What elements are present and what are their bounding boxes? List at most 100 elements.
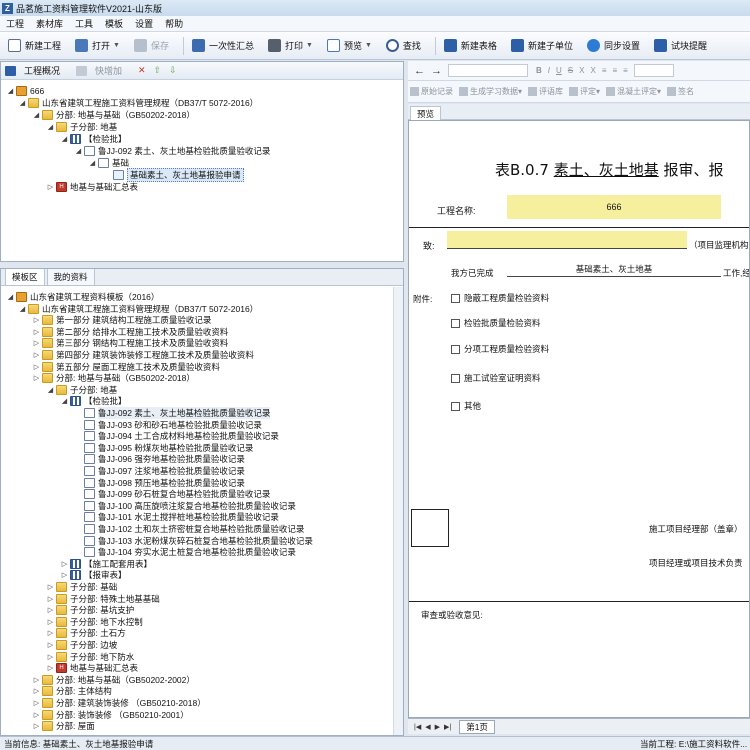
collapse-icon[interactable]: ◢	[33, 111, 40, 119]
expand-icon[interactable]: ▷	[33, 699, 40, 707]
expand-icon[interactable]: ▷	[47, 629, 54, 637]
tree-node[interactable]: ◢ 【检验批】	[61, 133, 127, 145]
menu-settings[interactable]: 设置	[129, 17, 159, 30]
attachment-option[interactable]: 隐蔽工程质量检验资料	[451, 292, 549, 304]
collapse-icon[interactable]: ◢	[19, 99, 26, 107]
open-button[interactable]: 打开 ▼	[71, 35, 124, 57]
tree-node[interactable]: ▷ H 地基与基础汇总表	[47, 181, 138, 193]
raw-record-button[interactable]: 原始记录	[410, 86, 453, 97]
prev-page-icon[interactable]: ◀	[425, 723, 430, 731]
checkbox-icon[interactable]	[451, 373, 460, 383]
template-tree-node[interactable]: ▷ 第一部分 建筑结构工程施工质量验收记录	[33, 314, 211, 326]
attachment-option[interactable]: 分项工程质量检验资料	[451, 343, 549, 355]
expand-icon[interactable]: ▷	[47, 606, 54, 614]
template-tree-node[interactable]: 鲁JJ-102 土和灰土挤密桩复合地基检验批质量验收记录	[75, 523, 304, 535]
tree-node[interactable]: ◢ 分部: 地基与基础（GB50202-2018）	[33, 109, 195, 121]
template-tree-node[interactable]: ▷ 分部: 屋面	[33, 720, 95, 732]
expand-icon[interactable]: ▷	[33, 328, 40, 336]
align-center-icon[interactable]: ≡	[613, 66, 618, 75]
concrete-evaluate-button[interactable]: 混凝土评定 ▾	[606, 86, 661, 97]
template-tree-node[interactable]: ▷ 第三部分 钢结构工程施工技术及质量验收资料	[33, 337, 228, 349]
arrow-up-icon[interactable]: ⇧	[154, 65, 162, 76]
menu-project[interactable]: 工程	[0, 17, 30, 30]
template-tree-node[interactable]: ▷ H 地基与基础汇总表	[47, 662, 138, 674]
template-tree-node[interactable]: 鲁JJ-097 注浆地基检验批质量验收记录	[75, 465, 245, 477]
align-left-icon[interactable]: ≡	[602, 66, 607, 75]
underline-button[interactable]: U	[556, 66, 562, 75]
template-tree-node[interactable]: 鲁JJ-099 砂石桩复合地基检验批质量验收记录	[75, 488, 270, 500]
align-right-icon[interactable]: ≡	[623, 66, 628, 75]
stamp-box[interactable]	[411, 509, 449, 547]
template-tree-node[interactable]: ▷ 子分部: 特殊土地基基础	[47, 593, 160, 605]
project-overview-button[interactable]: 工程概况	[5, 64, 68, 77]
checkbox-icon[interactable]	[451, 401, 460, 411]
template-tree-node[interactable]: 鲁JJ-093 砂和砂石地基检验批质量验收记录	[75, 419, 262, 431]
collapse-icon[interactable]: ◢	[61, 397, 68, 405]
template-tree-node[interactable]: ▷ 子分部: 地下水控制	[47, 616, 143, 628]
menu-tools[interactable]: 工具	[69, 17, 99, 30]
menu-template[interactable]: 模板	[99, 17, 129, 30]
subscript-button[interactable]: X	[590, 66, 595, 75]
template-tree-node[interactable]: ▷ 分部: 主体结构	[33, 685, 112, 697]
evaluate-button[interactable]: 评定 ▾	[569, 86, 600, 97]
template-tree-node[interactable]: 鲁JJ-104 夯实水泥土桩复合地基检验批质量验收记录	[75, 546, 296, 558]
expand-icon[interactable]: ▷	[47, 595, 54, 603]
template-tree-node[interactable]: 鲁JJ-101 水泥土搅拌桩地基检验批质量验收记录	[75, 511, 279, 523]
template-tree-node[interactable]: ◢ 山东省建筑工程资料模板（2016）	[7, 291, 159, 303]
template-tree-node[interactable]: ▷ 子分部: 地下防水	[47, 651, 134, 663]
menu-library[interactable]: 素材库	[30, 17, 69, 30]
bold-button[interactable]: B	[536, 66, 542, 75]
template-tree-node[interactable]: ◢ 子分部: 地基	[47, 384, 117, 396]
generate-data-button[interactable]: 生成学习数据 ▾	[459, 86, 522, 97]
new-project-button[interactable]: 新建工程	[4, 35, 65, 57]
tree-node[interactable]: ◢ 子分部: 地基	[47, 121, 117, 133]
expand-icon[interactable]: ▷	[33, 722, 40, 730]
first-page-icon[interactable]: |◀	[414, 723, 421, 731]
collapse-icon[interactable]: ◢	[7, 293, 14, 301]
vertical-scrollbar[interactable]	[393, 287, 403, 735]
template-tree-node[interactable]: 鲁JJ-098 预压地基检验批质量验收记录	[75, 477, 245, 489]
arrow-right-icon[interactable]: →	[431, 65, 442, 77]
menu-help[interactable]: 帮助	[159, 17, 189, 30]
comment-library-button[interactable]: 评语库	[528, 86, 563, 97]
tree-node[interactable]: ◢ 鲁JJ-092 素土、灰土地基检验批质量验收记录	[75, 145, 270, 157]
attachment-option[interactable]: 其他	[451, 400, 481, 412]
last-page-icon[interactable]: ▶|	[444, 723, 451, 731]
expand-icon[interactable]: ▷	[47, 618, 54, 626]
expand-icon[interactable]: ▷	[47, 664, 54, 672]
attachment-option[interactable]: 检验批质量检验资料	[451, 317, 541, 329]
trial-reminder-button[interactable]: 试块提醒	[650, 35, 711, 57]
sheet-tab-page1[interactable]: 第1页	[459, 719, 495, 734]
attachment-option[interactable]: 施工试验室证明资料	[451, 372, 541, 384]
template-tree-node[interactable]: ▷ 分部: 地基与基础（GB50202-2018）	[33, 372, 195, 384]
tree-node[interactable]: ◢ 666	[7, 85, 44, 97]
collapse-icon[interactable]: ◢	[7, 87, 14, 95]
template-tree-node[interactable]: ▷ 分部: 建筑装饰装修 （GB50210-2018）	[33, 697, 206, 709]
template-tree-node[interactable]: 鲁JJ-092 素土、灰土地基检验批质量验收记录	[75, 407, 271, 419]
template-tree-node[interactable]: ◢ 【检验批】	[61, 395, 127, 407]
template-tree-node[interactable]: 鲁JJ-096 强夯地基检验批质量验收记录	[75, 453, 245, 465]
next-page-icon[interactable]: ▶	[435, 723, 440, 731]
collapse-icon[interactable]: ◢	[89, 159, 96, 167]
template-tree-node[interactable]: ▷ 子分部: 土石方	[47, 627, 126, 639]
print-button[interactable]: 打印 ▼	[264, 35, 317, 57]
template-tree-node[interactable]: ▷ 【报审表】	[61, 569, 127, 581]
collapse-icon[interactable]: ◢	[47, 123, 54, 131]
supervisor-field[interactable]	[447, 231, 687, 249]
arrow-left-icon[interactable]: ←	[414, 65, 425, 77]
template-tree-node[interactable]: ▷ 子分部: 基坑支护	[47, 604, 134, 616]
expand-icon[interactable]: ▷	[33, 711, 40, 719]
expand-icon[interactable]: ▷	[33, 676, 40, 684]
tab-preview[interactable]: 预览	[410, 106, 442, 121]
checkbox-icon[interactable]	[451, 318, 460, 328]
tab-template-area[interactable]: 模板区	[5, 269, 45, 285]
tree-node[interactable]: ◢ 山东省建筑工程施工资料管理规程（DB37/T 5072-2016）	[19, 97, 258, 109]
collapse-icon[interactable]: ◢	[75, 147, 82, 155]
completed-work-field[interactable]: 基础素土、灰土地基	[507, 261, 721, 277]
tab-my-materials[interactable]: 我的资料	[46, 269, 95, 285]
collapse-icon[interactable]: ◢	[47, 386, 54, 394]
delete-icon[interactable]: ✕	[138, 65, 146, 76]
expand-icon[interactable]: ▷	[33, 351, 40, 359]
preview-button[interactable]: 预览 ▼	[323, 35, 376, 57]
template-tree-node[interactable]: ▷ 分部: 装饰装修 （GB50210-2001）	[33, 709, 189, 721]
